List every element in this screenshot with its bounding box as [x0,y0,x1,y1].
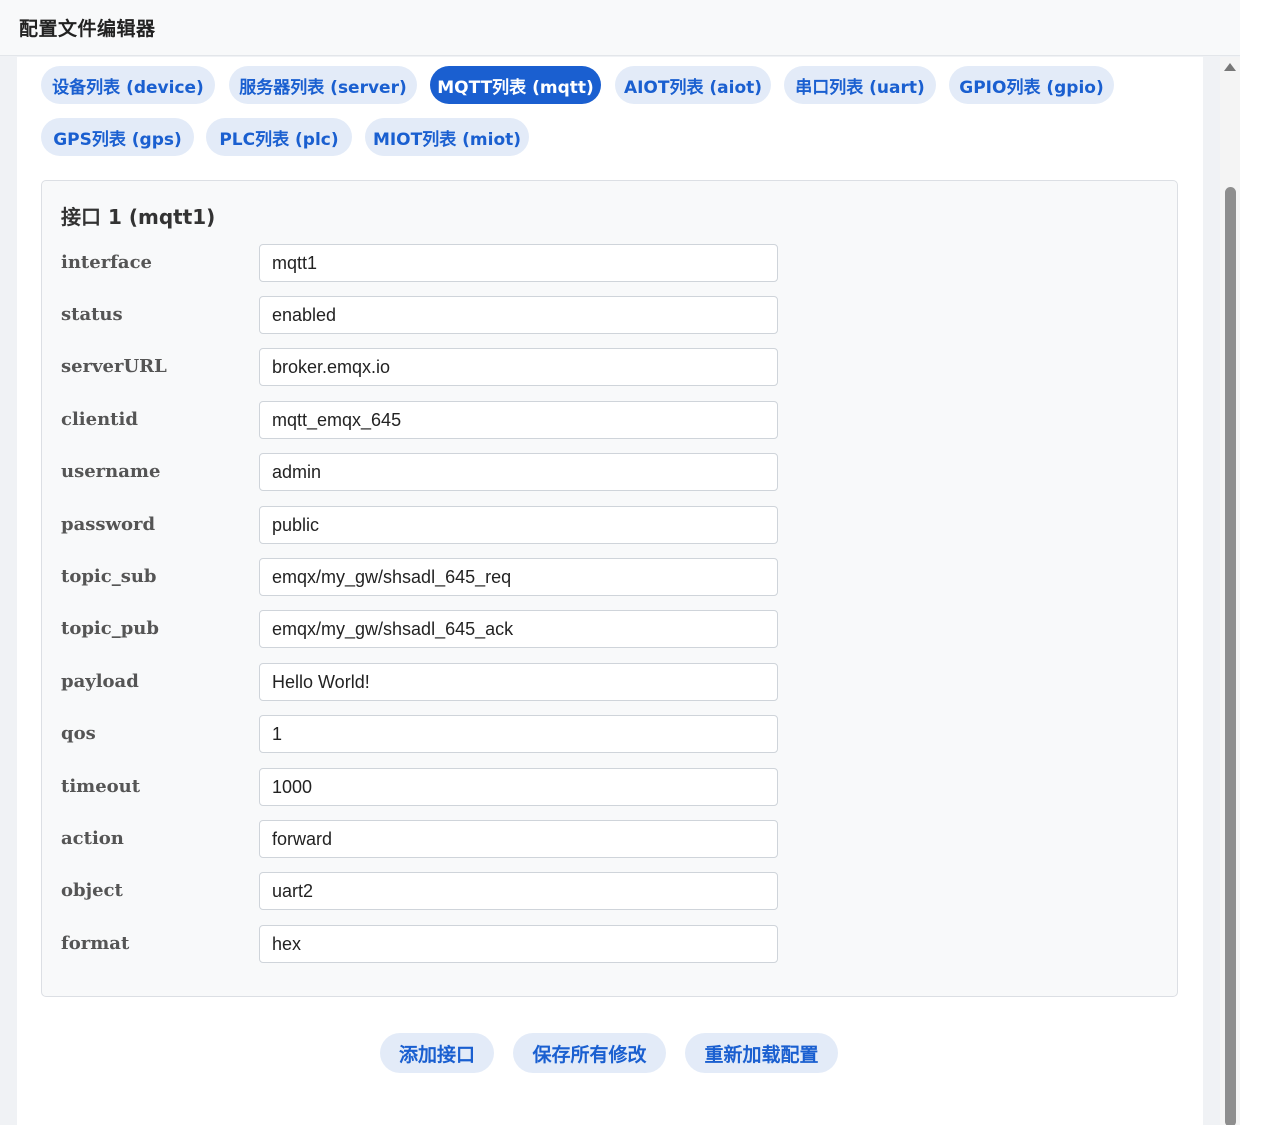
status-input[interactable] [259,296,778,334]
password-input[interactable] [259,506,778,544]
field-label: object [61,880,123,901]
field-label: password [61,514,156,535]
save-all-button[interactable]: 保存所有修改 [513,1033,666,1073]
tab-aiot[interactable]: AIOT列表 (aiot) [615,66,771,104]
field-row-action: action [61,820,781,858]
field-label: topic_pub [61,618,159,639]
scroll-thumb[interactable] [1225,187,1236,1125]
clientid-input[interactable] [259,401,778,439]
field-label: username [61,461,161,482]
scroll-up-arrow-icon[interactable] [1224,63,1236,71]
interface-card: 接口 1 (mqtt1) interface status serverURL … [41,180,1178,997]
tab-gpio[interactable]: GPIO列表 (gpio) [949,66,1114,104]
vertical-scrollbar[interactable] [1220,57,1240,1125]
main-panel: 设备列表 (device) 服务器列表 (server) MQTT列表 (mqt… [17,57,1203,1125]
field-row-serverurl: serverURL [61,348,781,386]
reload-config-button[interactable]: 重新加载配置 [685,1033,838,1073]
app-window: 配置文件编辑器 设备列表 (device) 服务器列表 (server) MQT… [0,0,1240,1125]
window-title: 配置文件编辑器 [19,18,156,40]
field-label: topic_sub [61,566,157,587]
field-label: serverURL [61,356,167,377]
field-row-timeout: timeout [61,768,781,806]
tab-server[interactable]: 服务器列表 (server) [229,66,417,104]
interface-input[interactable] [259,244,778,282]
title-bar: 配置文件编辑器 [0,0,1240,56]
object-input[interactable] [259,872,778,910]
action-input[interactable] [259,820,778,858]
field-row-object: object [61,872,781,910]
topic-pub-input[interactable] [259,610,778,648]
tab-uart[interactable]: 串口列表 (uart) [784,66,936,104]
field-row-format: format [61,925,781,963]
payload-input[interactable] [259,663,778,701]
tab-device[interactable]: 设备列表 (device) [41,66,215,104]
field-label: status [61,304,123,325]
action-bar: 添加接口 保存所有修改 重新加载配置 [17,1033,1203,1073]
tab-gps[interactable]: GPS列表 (gps) [41,118,194,156]
field-label: interface [61,252,152,273]
add-interface-button[interactable]: 添加接口 [380,1033,494,1073]
field-row-interface: interface [61,244,781,282]
field-row-username: username [61,453,781,491]
field-label: qos [61,723,96,744]
field-row-topic-sub: topic_sub [61,558,781,596]
field-label: payload [61,671,139,692]
field-row-password: password [61,506,781,544]
tab-miot[interactable]: MIOT列表 (miot) [365,118,529,156]
field-row-qos: qos [61,715,781,753]
username-input[interactable] [259,453,778,491]
tab-mqtt[interactable]: MQTT列表 (mqtt) [430,66,601,104]
format-input[interactable] [259,925,778,963]
field-label: clientid [61,409,138,430]
field-label: action [61,828,124,849]
field-row-payload: payload [61,663,781,701]
field-label: format [61,933,130,954]
timeout-input[interactable] [259,768,778,806]
field-row-clientid: clientid [61,401,781,439]
topic-sub-input[interactable] [259,558,778,596]
field-label: timeout [61,776,141,797]
serverurl-input[interactable] [259,348,778,386]
interface-card-title: 接口 1 (mqtt1) [61,205,216,229]
field-row-topic-pub: topic_pub [61,610,781,648]
field-row-status: status [61,296,781,334]
qos-input[interactable] [259,715,778,753]
tab-plc[interactable]: PLC列表 (plc) [206,118,352,156]
